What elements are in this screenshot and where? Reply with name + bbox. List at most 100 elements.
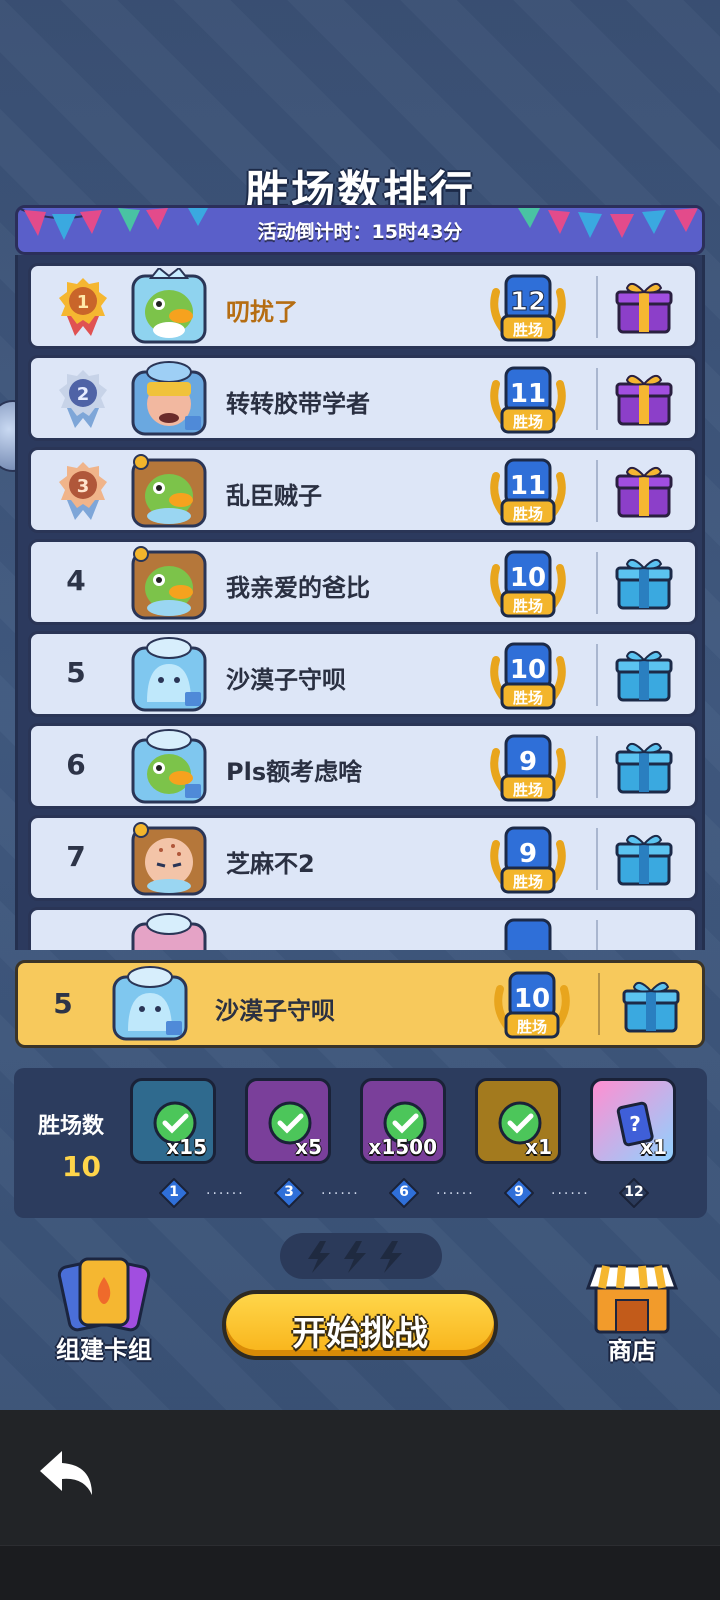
system-nav-strip [0,1545,720,1600]
wins-badge-icon: 10 胜场 [494,971,570,1039]
reward-tier-2[interactable]: x5 [245,1078,331,1164]
leaderboard-row[interactable]: 2 转转胶带学者 11 胜场 [28,355,698,441]
wins-unit: 胜场 [513,781,543,799]
progress-dots: ······ [321,1186,360,1202]
reward-quantity: x15 [166,1135,207,1159]
svg-text:1: 1 [77,292,90,313]
wins-count: 12 [510,287,546,317]
wins-badge-icon: 11 胜场 [490,366,566,434]
blue-gift-icon[interactable] [622,977,680,1035]
divider [596,460,598,522]
milestone-marker: 12 [618,1177,650,1209]
wins-unit: 胜场 [513,597,543,615]
shop-button[interactable]: 商店 [582,1262,682,1366]
wins-badge-icon: 12 胜场 [490,274,566,342]
build-deck-button[interactable]: 组建卡组 [44,1255,164,1365]
leaderboard-row[interactable]: 6 Pls额考虑啥 9 胜场 [28,723,698,809]
blue-gift-icon[interactable] [615,554,673,612]
rank-number: 4 [66,564,86,597]
bronze-medal-icon: 3 [59,462,107,520]
divider [598,973,600,1035]
frog-avatar [131,546,207,620]
purple-gift-icon[interactable] [615,462,673,520]
svg-text:3: 3 [77,476,90,497]
divider [596,276,598,338]
wins-count: 10 [510,563,546,593]
card-deck-icon [57,1257,151,1332]
milestone-marker: 3 [273,1177,305,1209]
divider [596,644,598,706]
silver-medal-icon: 2 [59,370,107,428]
leaderboard-list[interactable]: 1 叨扰了 12 胜场 2 转转胶带学者 11 胜场 3 乱臣贼子 11 胜场 … [15,255,705,950]
frog-avatar [131,729,207,804]
purple-gift-icon[interactable] [615,370,673,428]
monk-avatar [131,822,207,896]
frog-avatar [131,268,207,344]
milestone-marker: 9 [503,1177,535,1209]
rank-number: 7 [66,840,86,873]
divider [596,828,598,890]
player-name: 芝麻不2 [226,850,315,878]
wins-count: 10 [510,655,546,685]
leaderboard-row[interactable]: 4 我亲爱的爸比 10 胜场 [28,539,698,625]
frog-avatar [131,454,207,528]
reward-tier-5[interactable]: ? x1 [590,1078,676,1164]
wins-unit: 胜场 [517,1018,547,1036]
milestone-marker: 6 [388,1177,420,1209]
player-name: 沙漠子守呗 [226,666,346,694]
player-name: 沙漠子守呗 [215,997,335,1025]
reward-tier-4[interactable]: x1 [475,1078,561,1164]
ghost-avatar [112,966,188,1041]
wins-count: 11 [510,379,546,409]
reward-quantity: x1 [640,1135,667,1159]
svg-text:?: ? [629,1112,641,1136]
blue-gift-icon[interactable] [615,646,673,704]
svg-text:2: 2 [77,384,90,405]
divider [596,920,598,950]
player-name: 乱臣贼子 [226,482,322,510]
reward-tier-1[interactable]: x15 [130,1078,216,1164]
player-name: 我亲爱的爸比 [226,574,370,602]
wins-unit: 胜场 [513,689,543,707]
wins-count: 9 [519,839,537,869]
start-challenge-button[interactable]: 开始挑战 [222,1290,498,1360]
rank-number: 5 [53,987,73,1020]
divider [596,736,598,798]
leaderboard-row[interactable]: 7 芝麻不2 9 胜场 [28,815,698,901]
wins-unit: 胜场 [513,413,543,431]
leaderboard-row[interactable]: 5 沙漠子守呗 10 胜场 [28,631,698,717]
energy-indicator [280,1233,442,1279]
avatar [131,913,207,950]
blue-gift-icon[interactable] [615,738,673,796]
divider [596,368,598,430]
leaderboard-row[interactable]: 3 乱臣贼子 11 胜场 [28,447,698,533]
wins-count: 10 [514,984,550,1014]
my-rank-row[interactable]: 5 沙漠子守呗 10 胜场 [15,960,705,1048]
wins-label: 胜场数 [38,1114,105,1139]
countdown-text: 活动倒计时：15时43分 [257,221,463,243]
shop-icon [585,1264,679,1334]
shop-label: 商店 [608,1337,656,1365]
back-arrow-icon[interactable] [36,1445,100,1501]
wins-badge-icon: 11 胜场 [490,458,566,526]
purple-gift-icon[interactable] [615,278,673,336]
reward-tier-3[interactable]: x1500 [360,1078,446,1164]
countdown-banner: 活动倒计时：15时43分 [15,205,705,255]
milestone-marker: 1 [158,1177,190,1209]
build-deck-label: 组建卡组 [56,1336,152,1364]
reward-quantity: x1 [525,1135,552,1159]
rank-number: 6 [66,748,86,781]
blue-gift-icon[interactable] [615,830,673,888]
wins-badge-icon: 9 胜场 [490,826,566,894]
leaderboard-row[interactable] [28,907,698,950]
wins-unit: 胜场 [513,321,543,339]
player-name: Pls额考虑啥 [226,758,363,786]
wins-badge-icon: 9 胜场 [490,734,566,802]
player-name: 转转胶带学者 [226,390,370,418]
ghost-avatar [131,637,207,712]
wins-progress-panel: 胜场数 10 x15 x5 x1500 x1 ? x1 1 ······ 3 ·… [14,1068,707,1218]
leaderboard-row[interactable]: 1 叨扰了 12 胜场 [28,263,698,349]
rank-number: 5 [66,656,86,689]
divider [596,552,598,614]
knight-avatar [131,361,207,436]
